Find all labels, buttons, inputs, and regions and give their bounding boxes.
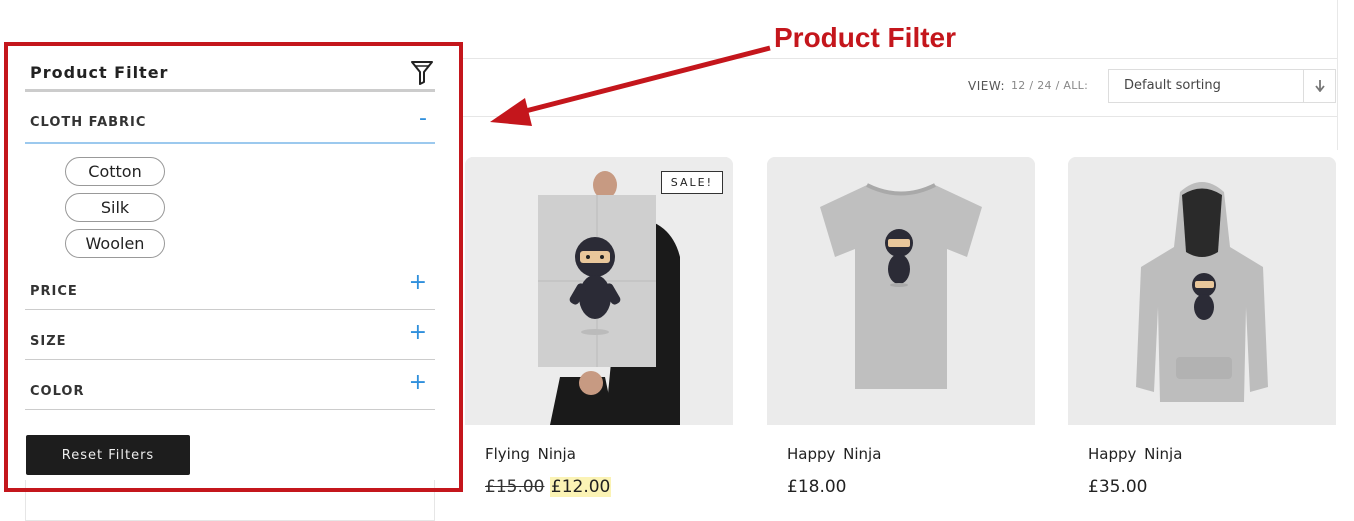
- divider: [1337, 0, 1338, 150]
- product-price: £18.00: [787, 477, 847, 497]
- sale-badge: SALE!: [660, 171, 723, 194]
- product-name[interactable]: Flying Ninja: [485, 445, 576, 463]
- product-image-ninja-tshirt[interactable]: [767, 157, 1035, 425]
- arrow-down-icon[interactable]: [1303, 70, 1335, 102]
- product-image-ninja-poster[interactable]: SALE!: [465, 157, 733, 425]
- annotation-highlight-box: [4, 42, 463, 492]
- sort-select[interactable]: Default sorting: [1108, 69, 1336, 103]
- view-label: VIEW:: [968, 79, 1006, 93]
- product-card[interactable]: Happy Ninja £35.00: [1068, 157, 1336, 521]
- product-name[interactable]: Happy Ninja: [1088, 445, 1182, 463]
- sale-price: £12.00: [549, 477, 612, 497]
- product-card[interactable]: Happy Ninja £18.00: [767, 157, 1035, 521]
- view-options[interactable]: 12 / 24 / ALL:: [1011, 79, 1088, 92]
- old-price: £15.00: [485, 477, 545, 497]
- sort-value: Default sorting: [1124, 78, 1221, 93]
- annotation-arrow-icon: [490, 45, 771, 126]
- product-card[interactable]: SALE! Flying Ninja £15.00 £12.00: [465, 157, 733, 521]
- product-image-ninja-hoodie[interactable]: [1068, 157, 1336, 425]
- product-name[interactable]: Happy Ninja: [787, 445, 881, 463]
- product-price: £15.00 £12.00: [485, 477, 612, 497]
- product-price: £35.00: [1088, 477, 1148, 497]
- annotation-label: Product Filter: [774, 22, 957, 53]
